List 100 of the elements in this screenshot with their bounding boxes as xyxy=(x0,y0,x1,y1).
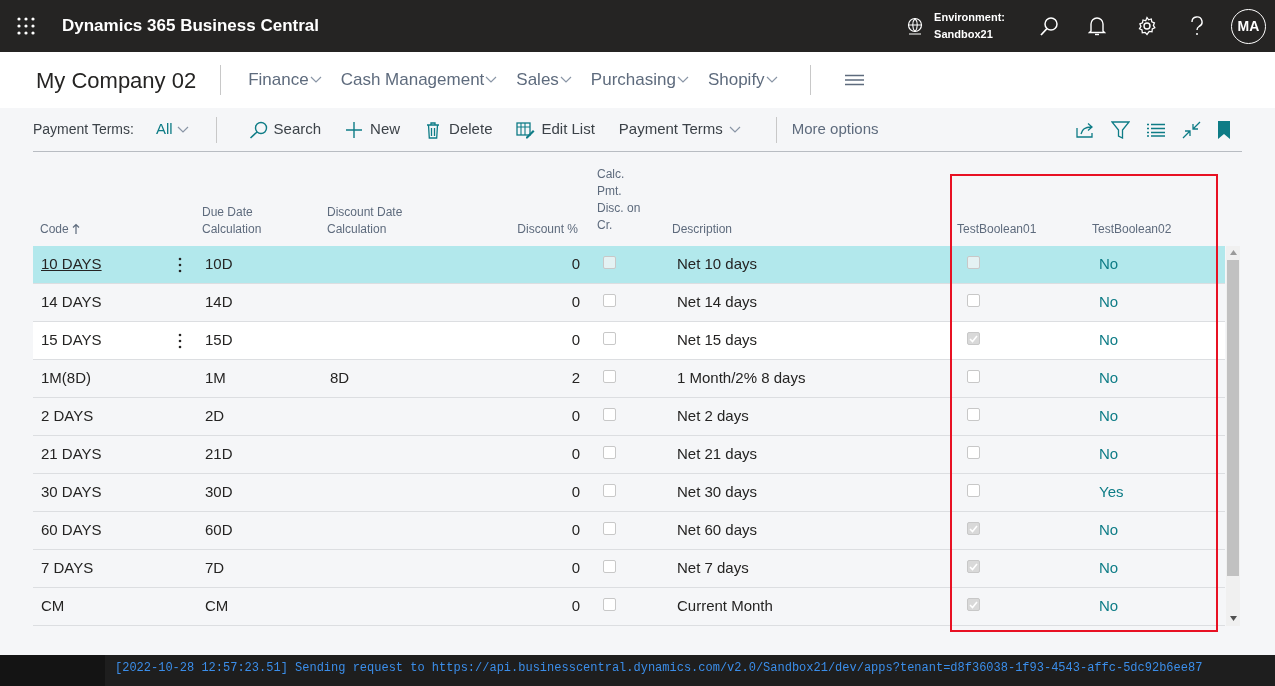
view-label: Payment Terms: xyxy=(33,120,134,139)
table-cell-text: No xyxy=(1099,368,1119,389)
column-header[interactable]: Discount Date Calculation xyxy=(327,204,437,238)
table-cell-text: Net 14 days xyxy=(677,292,758,313)
table-cell-text: 0 xyxy=(571,596,580,617)
scroll-up-icon xyxy=(1229,250,1237,255)
table-cell-text: 8D xyxy=(330,368,350,389)
table-cell-text: 1M xyxy=(205,368,226,389)
table-cell-text: 60D xyxy=(205,520,233,541)
filter-icon[interactable] xyxy=(1111,120,1130,139)
table-cell-text: 21 DAYS xyxy=(41,444,102,465)
table-cell-text: Net 60 days xyxy=(677,520,758,541)
table-cell-text: 7D xyxy=(205,558,225,579)
table-cell-text: Net 2 days xyxy=(677,406,749,427)
column-header[interactable]: TestBoolean02 xyxy=(1092,221,1172,238)
chevron-down-icon xyxy=(176,125,190,134)
nav-menu[interactable]: Sales xyxy=(516,67,573,93)
action-button[interactable]: New xyxy=(345,118,401,141)
nav-menu[interactable]: Shopify xyxy=(707,67,779,93)
table-cell-text: 21D xyxy=(205,444,233,465)
table-cell-text: 0 xyxy=(571,330,580,351)
table-row[interactable]: 15 DAYS 15D 0 Net 15 days No xyxy=(33,322,1225,360)
more-vertical-icon[interactable] xyxy=(178,256,182,273)
globe-icon xyxy=(906,17,925,35)
action-button[interactable]: Search xyxy=(248,118,322,141)
table-cell-text: No xyxy=(1099,330,1119,351)
table-cell-text: Net 7 days xyxy=(677,558,749,579)
table-cell-text: Net 10 days xyxy=(677,254,758,275)
table-cell-text: 15D xyxy=(205,330,233,351)
table-cell-text: CM xyxy=(41,596,65,617)
settings-icon[interactable] xyxy=(1137,16,1157,36)
table-cell-text: 0 xyxy=(571,482,580,503)
chevron-down-icon xyxy=(676,76,690,84)
company-name: My Company 02 xyxy=(36,66,197,95)
table-cell-text: No xyxy=(1099,596,1119,617)
share-icon[interactable] xyxy=(1075,120,1095,139)
search-icon[interactable] xyxy=(1039,16,1059,36)
bell-icon[interactable] xyxy=(1088,16,1106,36)
action-button[interactable]: Delete xyxy=(424,118,493,141)
chevron-down-icon xyxy=(765,76,779,84)
action-dropdown[interactable]: Payment Terms xyxy=(618,118,742,141)
table-cell-text: 0 xyxy=(571,406,580,427)
more-options-button[interactable]: More options xyxy=(791,118,879,141)
table-cell-text: 1M(8D) xyxy=(41,368,91,389)
column-header[interactable]: TestBoolean01 xyxy=(957,221,1037,238)
table-cell-text: Net 21 days xyxy=(677,444,758,465)
table-cell-text: 15 DAYS xyxy=(41,330,102,351)
table-cell-text: 7 DAYS xyxy=(41,558,94,579)
table-cell-text: 2 DAYS xyxy=(41,406,94,427)
chevron-down-icon xyxy=(309,76,323,84)
menu-icon[interactable] xyxy=(844,74,864,86)
table-cell-text: Net 30 days xyxy=(677,482,758,503)
table-cell-text: 0 xyxy=(571,558,580,579)
nav-menu[interactable]: Finance xyxy=(248,67,323,93)
table-cell-text: 2D xyxy=(205,406,225,427)
table-cell-text: 30D xyxy=(205,482,233,503)
table-cell-text: No xyxy=(1099,444,1119,465)
nav-menu[interactable]: Purchasing xyxy=(590,67,690,93)
chevron-down-icon xyxy=(728,125,742,134)
app-launcher-icon[interactable] xyxy=(17,17,35,35)
app-title: Dynamics 365 Business Central xyxy=(62,15,319,38)
action-button[interactable]: Edit List xyxy=(516,118,595,141)
bookmark-icon[interactable] xyxy=(1218,120,1230,139)
table-cell-text: 0 xyxy=(571,292,580,313)
table-row[interactable]: 10 DAYS 10D 0 Net 10 days No xyxy=(33,246,1225,284)
column-header[interactable]: Code xyxy=(40,221,69,238)
table-cell-text: 2 xyxy=(571,368,580,389)
nav-menu[interactable]: Cash Management xyxy=(340,67,499,93)
terminal-output: [2022-10-28 12:57:23.51] Sending request to https://api.businesscentral.dynamics.com/v2.0/Sandbox21/dev/apps?tenant=d8f36038-1f93-4543-affc-5dc92b6ee87 xyxy=(115,661,1203,677)
table-cell-text: Yes xyxy=(1099,482,1124,503)
column-header[interactable]: Description xyxy=(672,221,733,238)
scroll-down-icon xyxy=(1229,616,1237,621)
table-cell-text: 60 DAYS xyxy=(41,520,102,541)
more-vertical-icon[interactable] xyxy=(178,332,182,349)
table-cell-text: No xyxy=(1099,558,1119,579)
column-header[interactable]: Due Date Calculation xyxy=(202,204,312,238)
table-cell-text: No xyxy=(1099,520,1119,541)
table-cell-text: Net 15 days xyxy=(677,330,758,351)
table-cell-text: 10D xyxy=(205,254,233,275)
chevron-down-icon xyxy=(485,76,499,84)
view-filter-dropdown[interactable]: All xyxy=(155,118,190,141)
column-header[interactable]: Calc. Pmt. Disc. on Cr. xyxy=(597,166,649,234)
environment-label: Environment: xyxy=(934,10,1005,25)
collapse-icon[interactable] xyxy=(1182,120,1201,139)
list-icon[interactable] xyxy=(1147,122,1165,137)
table-cell-text: No xyxy=(1099,254,1119,275)
table-cell[interactable]: 10 DAYS xyxy=(41,253,102,276)
table-cell-text: 14 DAYS xyxy=(41,292,102,313)
table-cell-text: Current Month xyxy=(677,596,773,617)
column-header[interactable]: Discount % xyxy=(517,221,578,238)
sort-ascending-icon xyxy=(71,223,80,235)
table-cell-text: No xyxy=(1099,292,1119,313)
table-cell-text: 30 DAYS xyxy=(41,482,102,503)
table-cell-text: 0 xyxy=(571,444,580,465)
edit-table-icon xyxy=(516,120,536,139)
scrollbar[interactable] xyxy=(1226,246,1240,626)
table-cell-text: CM xyxy=(205,596,229,617)
plus-icon xyxy=(345,120,365,139)
help-icon[interactable] xyxy=(1190,16,1204,36)
search-icon xyxy=(248,120,268,139)
